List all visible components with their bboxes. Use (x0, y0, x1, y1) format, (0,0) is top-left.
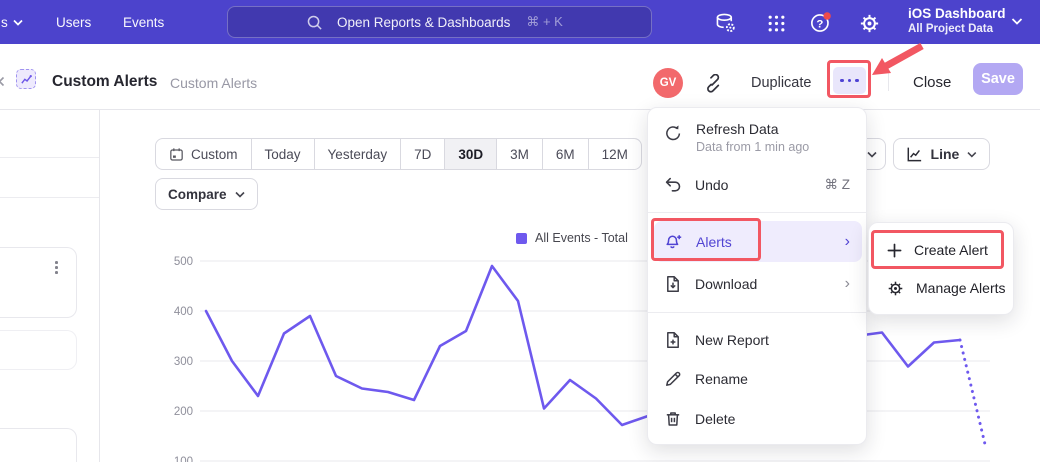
download-icon (664, 275, 682, 293)
project-scope: All Project Data (908, 22, 1006, 36)
menu-item-download[interactable]: Download › (648, 265, 866, 302)
legend-swatch (516, 233, 527, 244)
project-name: iOS Dashboard (908, 5, 1006, 22)
avatar[interactable]: GV (653, 68, 683, 98)
trash-icon (664, 410, 682, 428)
top-navbar: s Users Events Open Reports & Dashboards… (0, 0, 1040, 44)
chart-type-button[interactable]: Line (893, 138, 990, 170)
divider (888, 64, 889, 91)
undo-shortcut: ⌘ Z (825, 177, 851, 193)
sidebar-card[interactable] (0, 330, 77, 370)
report-options-menu: Refresh Data Data from 1 min ago Undo ⌘ … (647, 107, 867, 445)
line-chart-icon (906, 146, 923, 163)
submenu-item-manage-alerts[interactable]: Manage Alerts (869, 269, 1013, 307)
menu-item-refresh-data[interactable]: Refresh Data Data from 1 min ago (648, 116, 866, 162)
gear-icon (887, 280, 904, 297)
alerts-submenu: Create Alert Manage Alerts (868, 222, 1014, 315)
chevron-down-icon (13, 19, 23, 26)
svg-text:?: ? (816, 18, 823, 30)
chevron-down-icon (867, 151, 877, 158)
pencil-icon (664, 370, 682, 388)
nav-item-events[interactable]: Events (123, 0, 164, 44)
data-management-icon[interactable] (713, 11, 737, 35)
apps-grid-icon[interactable] (764, 11, 788, 35)
app-window: 100 200 300 400 500 All Events - Total Custo… (0, 0, 1040, 462)
y-axis-label: 200 (174, 406, 193, 418)
menu-divider (648, 312, 866, 313)
copy-link-icon[interactable] (700, 70, 726, 96)
plus-icon (887, 243, 902, 258)
range-today[interactable]: Today (251, 139, 314, 169)
calendar-icon (169, 147, 184, 162)
menu-item-undo[interactable]: Undo ⌘ Z (648, 167, 866, 203)
submenu-chevron-icon: › (845, 233, 850, 251)
submenu-item-create-alert[interactable]: Create Alert (869, 231, 1013, 269)
save-button[interactable]: Save (973, 63, 1023, 95)
chevron-down-icon (967, 151, 977, 158)
left-sidebar (0, 110, 100, 462)
range-yesterday[interactable]: Yesterday (314, 139, 401, 169)
card-menu-icon[interactable] (55, 261, 58, 274)
more-options-button[interactable] (833, 67, 866, 94)
search-input[interactable]: Open Reports & Dashboards ⌘ + K (227, 6, 652, 38)
range-6m[interactable]: 6M (542, 139, 588, 169)
y-axis-label: 400 (174, 306, 193, 318)
range-3m[interactable]: 3M (496, 139, 542, 169)
help-icon[interactable]: ? (809, 11, 833, 35)
collapse-chevron-icon[interactable] (0, 76, 5, 87)
breadcrumb: Custom Alerts (170, 75, 257, 91)
close-button[interactable]: Close (913, 74, 951, 91)
report-header: Custom Alerts Custom Alerts GV Duplicate… (0, 44, 1040, 110)
settings-gear-icon[interactable] (857, 11, 881, 35)
duplicate-button[interactable]: Duplicate (751, 75, 811, 91)
new-report-icon (664, 331, 682, 349)
range-7d[interactable]: 7D (400, 139, 444, 169)
menu-item-new-report[interactable]: New Report (648, 321, 866, 359)
legend-label: All Events - Total (535, 231, 628, 245)
nav-item-clipped[interactable]: s (1, 0, 23, 44)
menu-item-delete[interactable]: Delete (648, 400, 866, 438)
refresh-icon (664, 124, 683, 143)
search-shortcut: ⌘ + K (526, 14, 563, 30)
page-title: Custom Alerts (52, 73, 157, 91)
y-axis-label: 500 (174, 256, 193, 268)
bell-plus-icon (664, 232, 683, 251)
sidebar-card[interactable] (0, 247, 77, 318)
search-placeholder: Open Reports & Dashboards (337, 15, 510, 30)
menu-divider (648, 212, 866, 213)
sidebar-card[interactable] (0, 428, 77, 462)
search-icon (306, 14, 323, 31)
menu-item-alerts[interactable]: Alerts › (654, 221, 862, 262)
chevron-down-icon[interactable] (1011, 17, 1023, 26)
sidebar-divider (0, 197, 99, 198)
date-range-control: Custom Today Yesterday 7D 30D 3M 6M 12M (155, 138, 642, 170)
refresh-status: Data from 1 min ago (696, 140, 809, 154)
compare-button[interactable]: Compare (155, 178, 258, 210)
menu-item-rename[interactable]: Rename (648, 360, 866, 398)
submenu-chevron-icon: › (845, 275, 850, 293)
project-switcher[interactable]: iOS Dashboard All Project Data (908, 5, 1006, 36)
chevron-down-icon (235, 191, 245, 198)
nav-item-users[interactable]: Users (56, 0, 91, 44)
range-custom[interactable]: Custom (156, 139, 251, 169)
report-type-icon (16, 69, 36, 89)
undo-icon (664, 176, 682, 194)
y-axis-label: 100 (174, 456, 193, 462)
range-30d-selected[interactable]: 30D (444, 139, 496, 169)
y-axis-label: 300 (174, 356, 193, 368)
sidebar-divider (0, 157, 99, 158)
legend-item[interactable]: All Events - Total (516, 231, 628, 245)
range-12m[interactable]: 12M (588, 139, 641, 169)
